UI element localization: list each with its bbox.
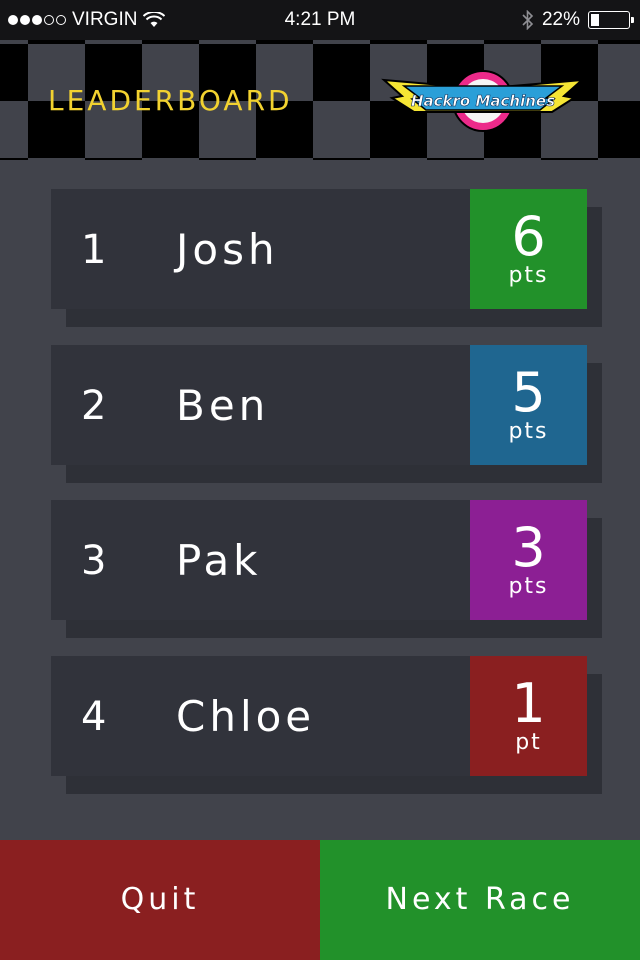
score-value: 1 (511, 672, 546, 735)
score-unit: pt (515, 730, 542, 755)
rank-label: 3 (81, 538, 107, 584)
next-race-button[interactable]: Next Race (320, 840, 640, 960)
score-value: 3 (511, 516, 546, 579)
page-title: LEADERBOARD (48, 84, 293, 117)
row-card: 3 Pak 3 pts (51, 500, 587, 620)
leaderboard-row: 4 Chloe 1 pt (51, 656, 602, 794)
player-name: Ben (176, 381, 270, 430)
row-card: 2 Ben 5 pts (51, 345, 587, 465)
logo-text: Hackro Machines (411, 92, 555, 110)
status-right: 22% (522, 9, 634, 31)
rank-label: 2 (81, 383, 107, 429)
leaderboard-row: 2 Ben 5 pts (51, 345, 602, 483)
quit-button[interactable]: Quit (0, 840, 320, 960)
score-unit: pts (508, 419, 549, 444)
rank-label: 1 (81, 227, 107, 273)
leaderboard-row: 1 Josh 6 pts (51, 189, 602, 327)
score-badge: 6 pts (470, 189, 587, 309)
score-value: 5 (511, 361, 546, 424)
player-name: Pak (176, 536, 262, 585)
rank-label: 4 (81, 694, 107, 740)
battery-fill (591, 14, 599, 26)
status-bar: VIRGIN 4:21 PM 22% (0, 0, 640, 40)
battery-percentage: 22% (541, 9, 580, 30)
row-card: 4 Chloe 1 pt (51, 656, 587, 776)
score-badge: 3 pts (470, 500, 587, 620)
score-unit: pts (508, 263, 549, 288)
row-card: 1 Josh 6 pts (51, 189, 587, 309)
score-unit: pts (508, 574, 549, 599)
score-value: 6 (511, 205, 546, 268)
score-badge: 1 pt (470, 656, 587, 776)
hackro-machines-logo: Hackro Machines (381, 70, 585, 132)
leaderboard-row: 3 Pak 3 pts (51, 500, 602, 638)
score-badge: 5 pts (470, 345, 587, 465)
player-name: Chloe (176, 692, 316, 741)
bluetooth-icon (522, 10, 534, 30)
player-name: Josh (176, 225, 279, 274)
battery-icon (588, 11, 634, 29)
